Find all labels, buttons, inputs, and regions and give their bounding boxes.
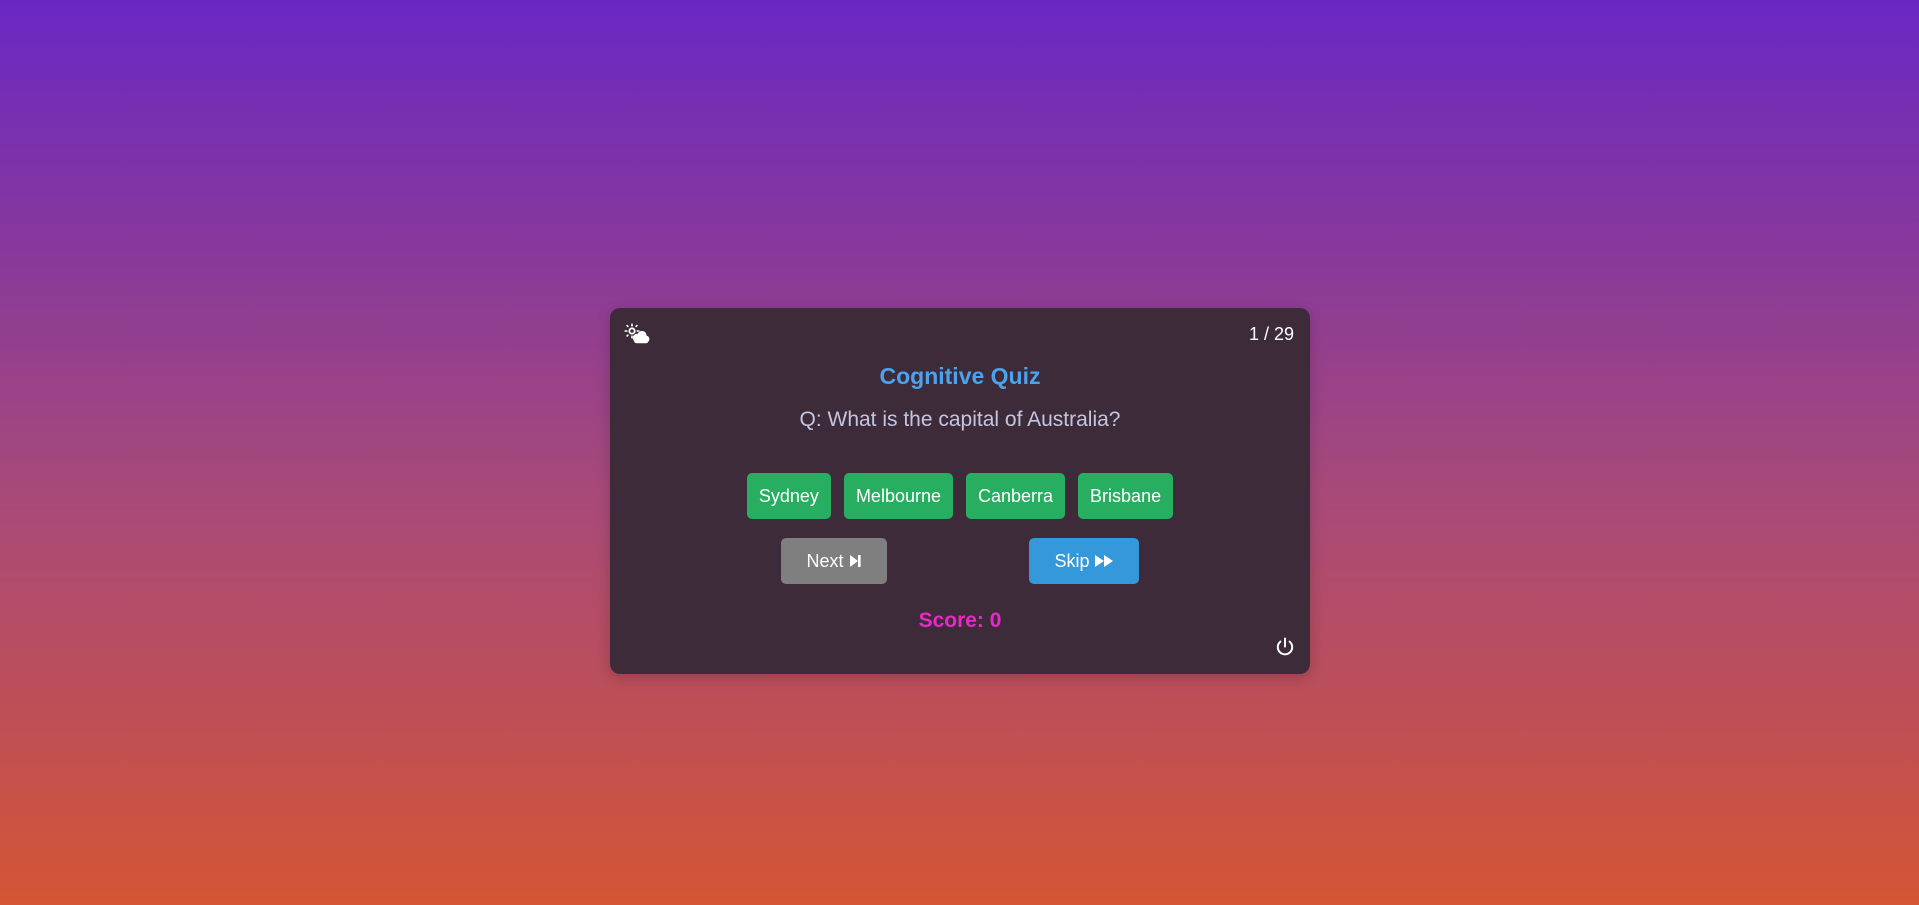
skip-button-label: Skip	[1054, 550, 1090, 571]
step-forward-icon	[848, 554, 862, 568]
skip-button[interactable]: Skip	[1029, 538, 1139, 584]
question-text: Q: What is the capital of Australia?	[799, 408, 1121, 431]
option-sydney[interactable]: Sydney	[746, 473, 831, 519]
option-brisbane[interactable]: Brisbane	[1078, 473, 1174, 519]
power-icon[interactable]	[1274, 636, 1296, 658]
option-canberra[interactable]: Canberra	[966, 473, 1066, 519]
fast-forward-icon	[1094, 554, 1114, 568]
quiz-title: Cognitive Quiz	[879, 363, 1041, 389]
score-display: Score: 0	[918, 609, 1002, 632]
option-melbourne[interactable]: Melbourne	[843, 473, 953, 519]
question-counter: 1 / 29	[1248, 324, 1294, 344]
answer-options: Sydney Melbourne Canberra Brisbane	[610, 473, 1310, 519]
quiz-card: 1 / 29 Cognitive Quiz Q: What is the cap…	[610, 308, 1310, 674]
sun-cloud-icon[interactable]	[624, 323, 650, 345]
next-button[interactable]: Next	[781, 538, 887, 584]
next-button-label: Next	[806, 550, 844, 571]
